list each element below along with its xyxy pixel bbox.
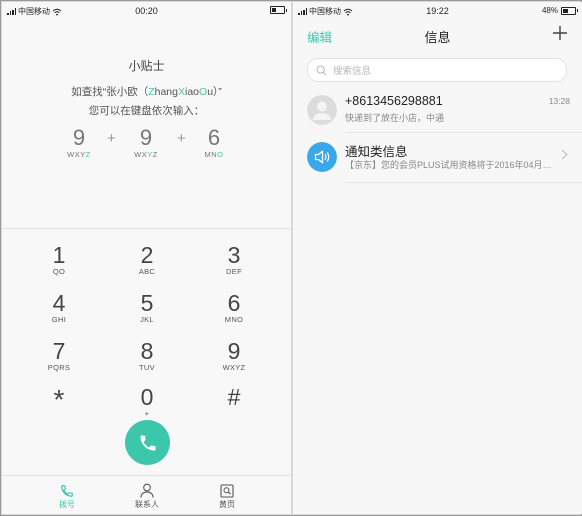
message-sender: +8613456298881	[345, 94, 443, 108]
key-digit: 1	[52, 242, 66, 268]
key-digit: 4	[52, 290, 66, 316]
screenshot-frame: 中国移动 00:20 小贴士 如查找“张小欧（ZhangXiaoOu）” 您可以…	[0, 0, 582, 516]
example-key: 9 WXYZ	[126, 125, 166, 160]
key-hash[interactable]: #	[199, 385, 269, 425]
pinyin-rest: iao	[185, 86, 200, 98]
tab-contacts[interactable]: 联系人	[117, 482, 177, 510]
status-bar: 中国移动 19:22 48%	[293, 2, 582, 20]
example-digit: 9	[139, 125, 153, 150]
key-digit: 2	[140, 242, 154, 268]
key-digit: 6	[227, 290, 241, 316]
example-letters: MNO	[204, 150, 224, 159]
key-letters: QO	[52, 267, 66, 276]
tab-dial-label: 拨号	[59, 500, 75, 509]
status-time: 19:22	[426, 6, 449, 16]
key-digit: 5	[140, 290, 154, 316]
battery-icon	[270, 6, 287, 14]
dialer-screen: 中国移动 00:20 小贴士 如查找“张小欧（ZhangXiaoOu）” 您可以…	[2, 2, 291, 514]
divider	[2, 228, 291, 229]
key-letters: +	[144, 409, 150, 418]
key-9[interactable]: 9 WXYZ	[199, 339, 269, 379]
tab-yellow-pages-label: 黄页	[219, 500, 235, 509]
example-plus: +	[177, 130, 186, 147]
battery-percent: 48%	[541, 6, 558, 15]
search-input[interactable]: 搜索信息	[307, 58, 567, 82]
key-digit: 9	[227, 338, 241, 364]
tips-title: 小贴士	[128, 59, 165, 73]
pinyin-initial: O	[199, 86, 208, 98]
page-title: 信息	[424, 30, 451, 45]
key-digit: 0	[140, 384, 154, 410]
key-letters: PQRS	[47, 363, 71, 372]
key-3[interactable]: 3 DEF	[199, 243, 269, 283]
message-time: 13:28	[548, 96, 570, 106]
tips-line1-prefix: 如查找“张小欧（	[71, 86, 149, 98]
key-digit: 7	[52, 338, 66, 364]
pinyin-rest: hang	[154, 86, 178, 98]
tips-line1-suffix: ）”	[213, 86, 222, 98]
pinyin-initial: X	[177, 86, 185, 98]
nav-bar: 编辑 信息	[293, 20, 582, 50]
bottom-tab-bar: 拨号 联系人 黄页	[2, 475, 291, 514]
example-digit: 9	[72, 125, 86, 150]
messages-screen: 中国移动 19:22 48% 编辑 信息 搜索信息 +8613456298881…	[293, 2, 582, 514]
yellow-pages-icon	[220, 483, 234, 498]
example-key: 9 WXYZ	[59, 125, 99, 160]
example-key: 6 MNO	[194, 125, 234, 160]
divider	[345, 132, 582, 133]
message-snippet: 快递到了放在小店，中通	[345, 113, 445, 123]
message-snippet: 【京东】您的会员PLUS试用资格将于2016年04月…	[345, 160, 552, 170]
key-digit: 3	[227, 242, 241, 268]
key-letters: GHI	[51, 315, 67, 324]
speaker-icon	[307, 142, 337, 172]
key-8[interactable]: 8 TUV	[112, 339, 182, 379]
key-star[interactable]: *	[24, 385, 94, 425]
phone-icon	[140, 435, 155, 450]
key-5[interactable]: 5 JKL	[112, 291, 182, 331]
chevron-right-icon	[561, 149, 568, 160]
key-4[interactable]: 4 GHI	[24, 291, 94, 331]
key-letters: JKL	[140, 315, 154, 324]
dial-icon	[61, 484, 73, 497]
search-icon	[316, 64, 327, 75]
tab-contacts-label: 联系人	[135, 500, 159, 509]
example-plus: +	[107, 130, 116, 147]
example-letters: WXYZ	[134, 150, 158, 159]
message-row[interactable]: 通知类信息 【京东】您的会员PLUS试用资格将于2016年04月…	[293, 137, 582, 179]
example-letters: WXYZ	[67, 150, 91, 159]
key-0[interactable]: 0 +	[112, 385, 182, 425]
plus-icon[interactable]	[550, 23, 570, 43]
key-7[interactable]: 7 PQRS	[24, 339, 94, 379]
call-button[interactable]	[125, 420, 170, 465]
key-letters: MNO	[224, 315, 244, 324]
tab-dial[interactable]: 拨号	[37, 482, 97, 510]
battery-icon	[561, 6, 578, 15]
key-6[interactable]: 6 MNO	[199, 291, 269, 331]
key-1[interactable]: 1 QO	[24, 243, 94, 283]
key-letters: ABC	[138, 267, 156, 276]
key-digit: #	[227, 384, 241, 410]
message-row[interactable]: +8613456298881 快递到了放在小店，中通 13:28	[293, 90, 582, 132]
key-letters: DEF	[226, 267, 242, 276]
avatar-icon	[307, 95, 337, 125]
key-letters: WXYZ	[222, 363, 246, 372]
divider	[345, 182, 582, 183]
example-sequence: 9 WXYZ + 9 WXYZ + 6 MNO	[59, 126, 229, 166]
key-digit: 8	[140, 338, 154, 364]
tips-example-name: 如查找“张小欧（ZhangXiaoOu）”	[2, 84, 291, 99]
key-digit: *	[53, 384, 65, 415]
key-2[interactable]: 2 ABC	[112, 243, 182, 283]
search-placeholder: 搜索信息	[333, 66, 372, 77]
status-time: 00:20	[135, 6, 158, 16]
person-icon	[140, 483, 154, 498]
tab-yellow-pages[interactable]: 黄页	[197, 482, 257, 510]
status-bar: 中国移动 00:20	[2, 2, 291, 20]
tips-instruction: 您可以在键盘依次输入：	[88, 105, 205, 117]
key-letters: TUV	[139, 363, 155, 372]
example-digit: 6	[207, 125, 221, 150]
tips-pinyin: ZhangXiaoOu	[148, 86, 213, 98]
